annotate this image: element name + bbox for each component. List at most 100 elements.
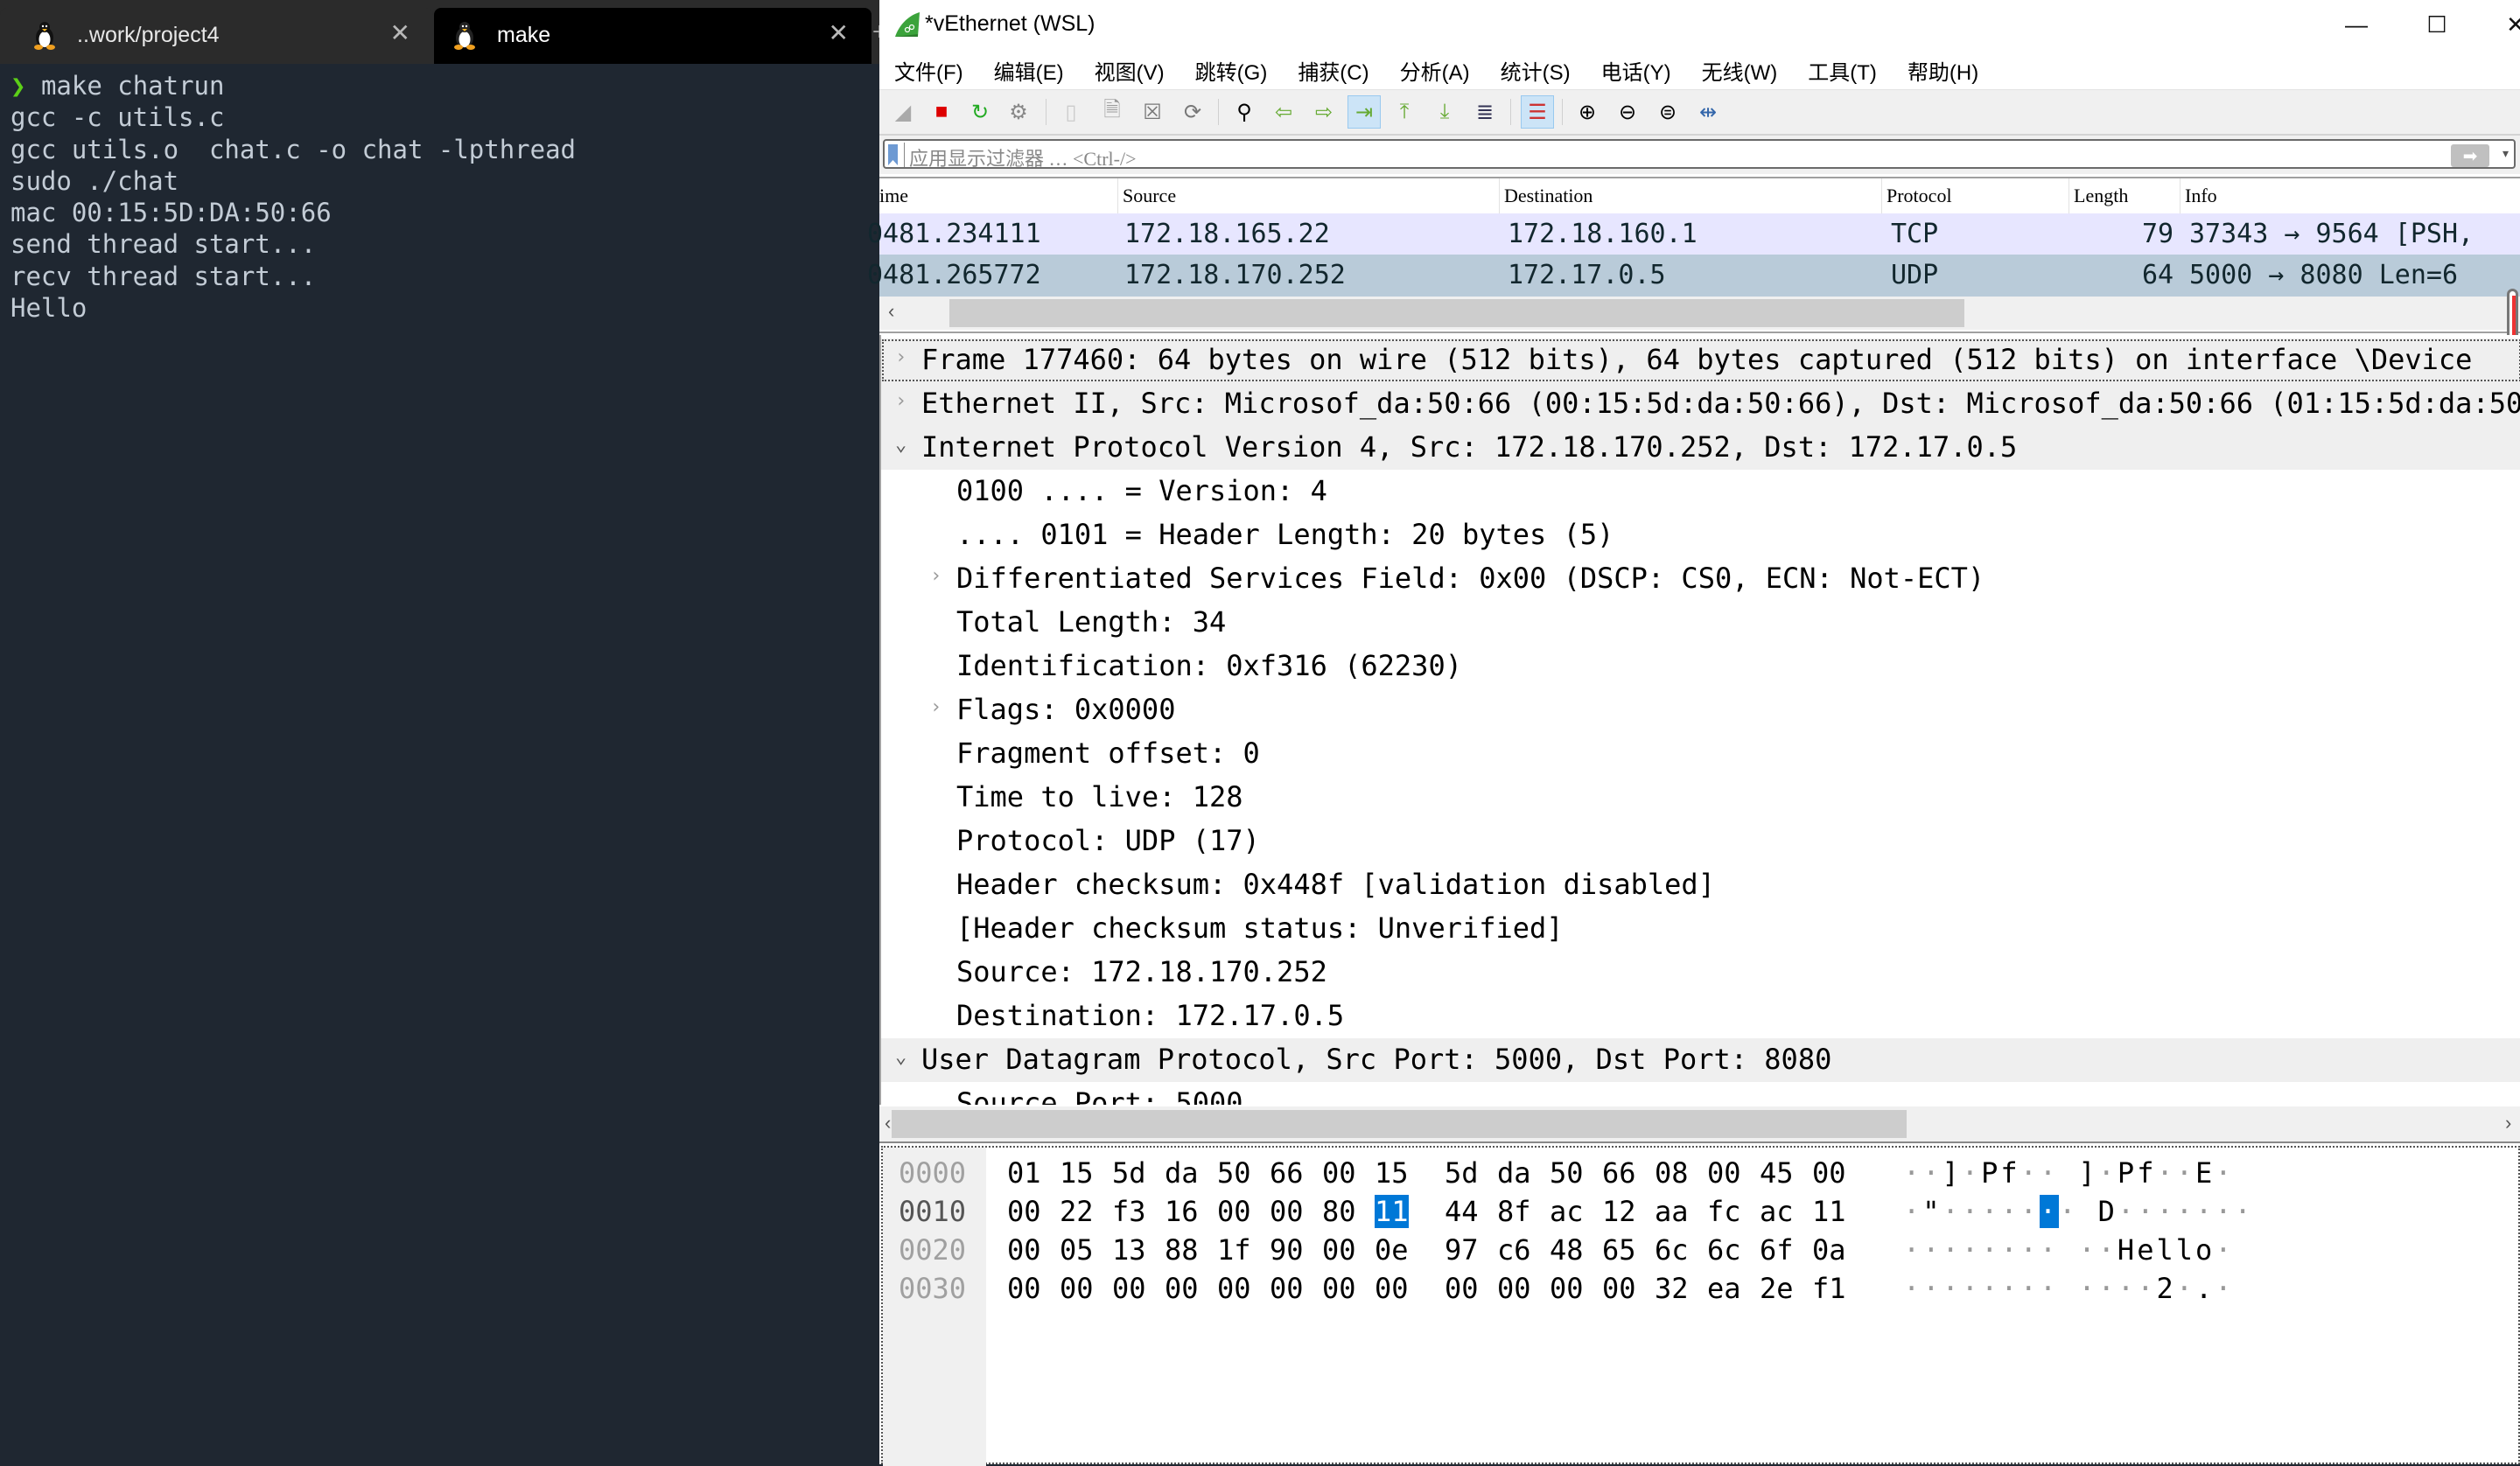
hex-byte[interactable]: ac [1760,1195,1794,1228]
hex-byte[interactable]: 6c [1655,1233,1689,1267]
chevron-right-icon[interactable]: › [930,565,942,587]
close-tab-icon[interactable]: ✕ [829,21,849,45]
find-packet-icon[interactable]: ⚲ [1228,95,1261,129]
hex-byte[interactable]: 00 [1602,1272,1636,1305]
hex-byte[interactable]: 00 [1112,1272,1146,1305]
hex-ascii[interactable]: ········ ··Hello· [1903,1233,2235,1267]
hex-byte[interactable]: 8f [1497,1195,1531,1228]
apply-filter-button[interactable]: ➡ [2451,144,2489,167]
menu-tools[interactable]: 工具(T) [1808,55,1877,86]
hex-byte[interactable]: 00 [1812,1156,1846,1190]
scroll-left-icon[interactable]: ‹ [888,300,894,323]
hex-byte[interactable]: 00 [1060,1272,1094,1305]
menu-go[interactable]: 跳转(G) [1195,55,1268,86]
protocol-field-item[interactable]: Header checksum: 0x448f [validation disa… [881,863,2520,907]
close-file-icon[interactable]: ☒ [1136,95,1169,129]
start-capture-icon[interactable]: ◢ [886,95,920,129]
hex-byte[interactable]: 48 [1550,1233,1584,1267]
chevron-down-icon[interactable]: ⌄ [895,1046,906,1068]
menu-view[interactable]: 视图(V) [1095,55,1165,86]
protocol-tree-item[interactable]: › Ethernet II, Src: Microsof_da:50:66 (00… [881,382,2520,426]
hex-byte[interactable]: 16 [1165,1195,1199,1228]
hex-byte[interactable]: 00 [1497,1272,1531,1305]
scroll-left-icon[interactable]: ‹ [885,1112,891,1134]
menu-wireless[interactable]: 无线(W) [1702,55,1778,86]
hex-row[interactable]: 0000 01 15 5d da 50 66 00 15 5d da 50 66 08 00 45 00 ··]·… [883,1156,2510,1195]
column-header-length[interactable]: Length [2069,178,2180,213]
chevron-right-icon[interactable]: › [895,346,906,368]
scrollbar-thumb[interactable] [892,1110,1907,1138]
hex-byte[interactable]: 88 [1165,1233,1199,1267]
hex-byte[interactable]: 00 [1007,1195,1041,1228]
protocol-tree-item[interactable]: › Frame 177460: 64 bytes on wire (512 bit… [881,339,2520,382]
zoom-in-icon[interactable]: ⊕ [1571,95,1604,129]
go-back-icon[interactable]: ⇦ [1267,95,1300,129]
menu-telephony[interactable]: 电话(Y) [1601,55,1671,86]
last-packet-icon[interactable]: ⤓ [1428,95,1461,129]
hex-byte[interactable]: 5d [1445,1156,1479,1190]
hex-byte[interactable]: 97 [1445,1233,1479,1267]
hex-byte[interactable]: f3 [1112,1195,1146,1228]
hex-byte[interactable]: 00 [1270,1272,1304,1305]
terminal-output[interactable]: ❯ make chatrun gcc -c utils.c gcc utils.… [10,70,576,324]
hex-byte[interactable]: 00 [1007,1233,1041,1267]
hex-byte[interactable]: c6 [1497,1233,1531,1267]
hex-ascii[interactable]: ··]·Pf·· ]·Pf··E· [1903,1156,2235,1190]
close-window-button[interactable]: ✕ [2489,5,2520,44]
hex-byte[interactable]: 00 [1375,1272,1409,1305]
hex-byte[interactable]: 32 [1655,1272,1689,1305]
hex-ascii[interactable]: ·"······· D······· [1903,1195,2254,1228]
hex-byte[interactable]: 50 [1217,1156,1251,1190]
stop-capture-icon[interactable]: ■ [925,95,958,129]
hex-byte[interactable]: 13 [1112,1233,1146,1267]
hex-byte[interactable]: 00 [1322,1233,1356,1267]
hex-byte[interactable]: 0a [1812,1233,1846,1267]
open-file-icon[interactable]: ▯ [1054,95,1088,129]
menu-statistics[interactable]: 统计(S) [1501,55,1571,86]
colorize-icon[interactable]: ☰ [1521,95,1554,129]
protocol-tree-item[interactable]: ⌄ Internet Protocol Version 4, Src: 172.1… [881,426,2520,470]
hex-byte[interactable]: 5d [1112,1156,1146,1190]
packet-list-horizontal-scrollbar[interactable]: ‹ [879,297,2520,330]
hex-byte[interactable]: 90 [1270,1233,1304,1267]
hex-byte[interactable]: 66 [1602,1156,1636,1190]
hex-byte[interactable]: 12 [1602,1195,1636,1228]
protocol-tree-item[interactable]: ⌄ User Datagram Protocol, Src Port: 5000,… [881,1038,2520,1082]
scrollbar-thumb[interactable] [949,299,1964,327]
hex-byte[interactable]: fc [1707,1195,1741,1228]
hex-byte[interactable]: 00 [1165,1272,1199,1305]
filter-bookmark-icon[interactable] [888,144,898,165]
hex-byte[interactable]: 11 [1812,1195,1846,1228]
hex-byte[interactable]: 00 [1007,1272,1041,1305]
hex-byte[interactable]: 00 [1270,1195,1304,1228]
chevron-down-icon[interactable]: ⌄ [895,434,906,456]
menu-file[interactable]: 文件(F) [894,55,963,86]
protocol-field-item[interactable]: [Header checksum status: Unverified] [881,907,2520,951]
hex-row[interactable]: 0010 00 22 f3 16 00 00 80 11 44 8f ac 12 aa fc ac 11 ·"··… [883,1195,2510,1233]
protocol-field-item[interactable]: Source Port: 5000 [881,1082,2520,1105]
protocol-field-item[interactable]: Protocol: UDP (17) [881,820,2520,863]
resize-columns-icon[interactable]: ⇹ [1691,95,1725,129]
hex-byte[interactable]: 1f [1217,1233,1251,1267]
hex-byte-selected[interactable]: 11 [1375,1195,1409,1228]
filter-history-dropdown-icon[interactable]: ▾ [2502,146,2509,161]
auto-scroll-icon[interactable]: ≣ [1468,95,1502,129]
go-forward-icon[interactable]: ⇨ [1307,95,1340,129]
packet-row-selected[interactable]: 0481.265772 172.18.170.252 172.17.0.5 UD… [867,255,2520,297]
chevron-right-icon[interactable]: › [895,390,906,412]
hex-byte[interactable]: ac [1550,1195,1584,1228]
scroll-right-icon[interactable]: › [2505,1112,2511,1134]
hex-row[interactable]: 0020 00 05 13 88 1f 90 00 0e 97 c6 48 65 6c 6c 6f 0a ····… [883,1233,2510,1272]
protocol-field-item[interactable]: Total Length: 34 [881,601,2520,645]
hex-byte[interactable]: 44 [1445,1195,1479,1228]
protocol-field-item[interactable]: Source: 172.18.170.252 [881,951,2520,995]
hex-byte[interactable]: 80 [1322,1195,1356,1228]
hex-byte[interactable]: 15 [1375,1156,1409,1190]
protocol-field-item[interactable]: Destination: 172.17.0.5 [881,995,2520,1038]
reload-file-icon[interactable]: ⟳ [1176,95,1209,129]
protocol-field-item[interactable]: › Flags: 0x0000 [881,688,2520,732]
column-header-info[interactable]: Info [2180,178,2520,213]
column-header-time[interactable]: ime [879,178,1118,213]
protocol-field-item[interactable]: 0100 .... = Version: 4 [881,470,2520,513]
hex-byte[interactable]: 00 [1707,1156,1741,1190]
